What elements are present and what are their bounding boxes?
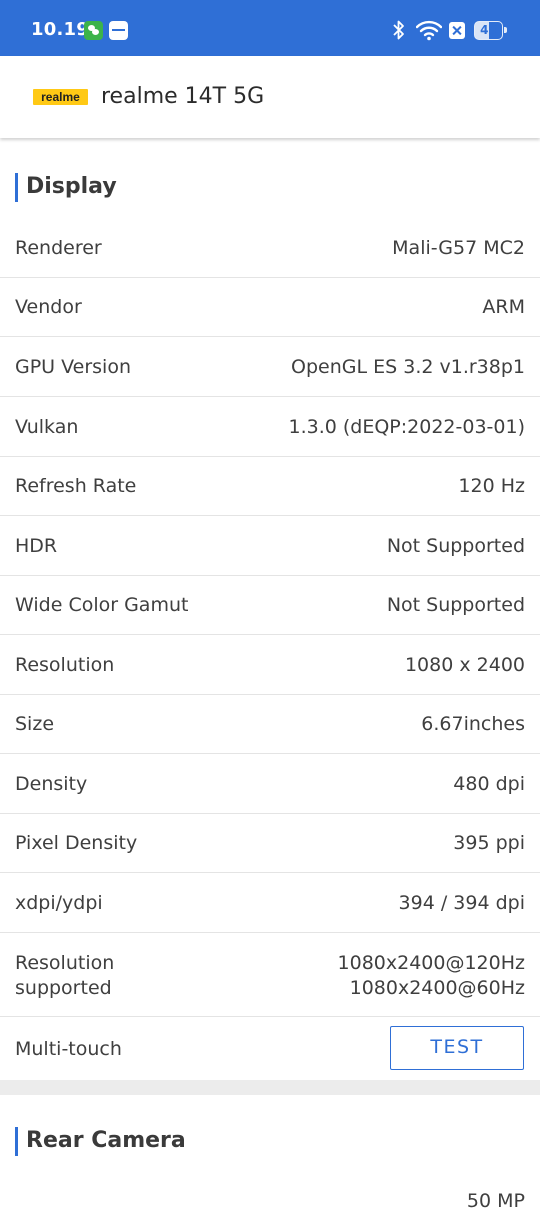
list-item: Resolution supported 1080x2400@120Hz 108… — [0, 933, 540, 1017]
no-sim-icon — [449, 22, 465, 39]
row-value: 120 Hz — [458, 475, 525, 497]
battery-icon: 45 — [474, 21, 507, 40]
device-name: realme 14T 5G — [101, 84, 265, 109]
row-label: Vulkan — [15, 415, 79, 438]
wechat-icon — [84, 21, 103, 40]
row-label: Vendor — [15, 296, 82, 318]
row-value: OpenGL ES 3.2 v1.r38p1 — [291, 355, 525, 378]
list-item: Vendor ARM — [0, 278, 540, 337]
battery-level: 45 — [480, 23, 497, 37]
rear-camera-section-header: Rear Camera — [0, 1095, 540, 1185]
rear-camera-section-title: Rear Camera — [26, 1128, 186, 1153]
row-value: Not Supported — [386, 594, 525, 616]
list-item: GPU Version OpenGL ES 3.2 v1.r38p1 — [0, 337, 540, 397]
row-label: GPU Version — [15, 355, 131, 378]
row-value-line: 1080x2400@60Hz — [349, 977, 525, 999]
row-value-line: 1080x2400@120Hz — [337, 952, 525, 974]
list-item: Pixel Density 395 ppi — [0, 814, 540, 873]
row-value: 50 MP — [466, 1190, 525, 1212]
row-value: 395 ppi — [453, 832, 525, 854]
row-value: 1080x2400@120Hz 1080x2400@60Hz — [338, 951, 525, 1001]
list-item: Size 6.67inches — [0, 695, 540, 754]
status-time: 10.19 — [31, 19, 89, 40]
row-label: Resolution supported — [15, 951, 114, 1001]
row-label: Renderer — [15, 237, 102, 259]
section-divider — [0, 1080, 540, 1095]
bluetooth-icon — [393, 20, 404, 40]
row-label: Resolution — [15, 653, 115, 676]
row-label-line: supported — [15, 977, 112, 999]
row-value: ARM — [482, 296, 525, 318]
list-item: Density 480 dpi — [0, 754, 540, 814]
row-label: Multi-touch — [15, 1037, 122, 1060]
row-label: Pixel Density — [15, 832, 138, 854]
row-value: 1.3.0 (dEQP:2022-03-01) — [288, 415, 525, 438]
section-accent-bar — [15, 1127, 18, 1156]
display-section-header: Display — [0, 140, 540, 230]
list-item: xdpi/ydpi 394 / 394 dpi — [0, 873, 540, 933]
realme-logo: realme — [33, 89, 88, 105]
message-icon — [109, 21, 128, 40]
row-label: Size — [15, 713, 55, 735]
row-label-line: Resolution — [15, 952, 115, 974]
row-value: Mali-G57 MC2 — [392, 237, 525, 259]
row-value: 394 / 394 dpi — [398, 891, 525, 914]
row-label: Refresh Rate — [15, 475, 137, 497]
multi-touch-test-button[interactable]: TEST — [390, 1026, 524, 1070]
app-bar: realme realme 14T 5G — [0, 56, 540, 138]
row-value: 480 dpi — [453, 772, 525, 795]
list-item: Wide Color Gamut Not Supported — [0, 576, 540, 635]
status-bar: 10.19 45 — [0, 0, 540, 56]
display-section-title: Display — [26, 174, 117, 199]
row-label: HDR — [15, 534, 58, 557]
row-label: xdpi/ydpi — [15, 891, 103, 914]
row-value: 1080 x 2400 — [404, 653, 525, 676]
row-label: Wide Color Gamut — [15, 594, 189, 616]
list-item: Renderer Mali-G57 MC2 — [0, 219, 540, 278]
list-item: Vulkan 1.3.0 (dEQP:2022-03-01) — [0, 397, 540, 457]
list-item: HDR Not Supported — [0, 516, 540, 576]
row-value: Not Supported — [386, 534, 525, 557]
row-label: Density — [15, 772, 88, 795]
list-item: Refresh Rate 120 Hz — [0, 457, 540, 516]
section-accent-bar — [15, 173, 18, 202]
wifi-icon — [416, 20, 442, 41]
list-item: Resolution 1080 x 2400 — [0, 635, 540, 695]
row-value: 6.67inches — [421, 713, 525, 735]
